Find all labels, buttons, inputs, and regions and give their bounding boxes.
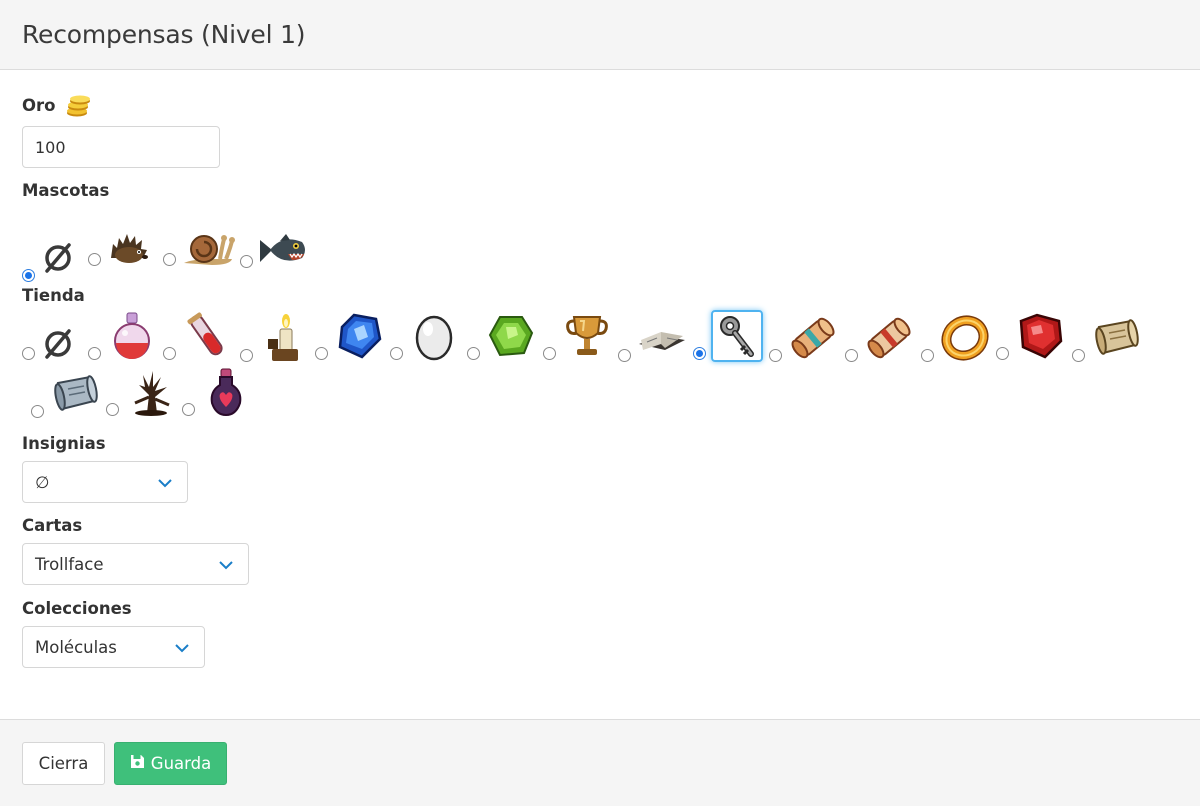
shop-radio-test-tube[interactable] <box>163 347 176 360</box>
pet-option-piranha[interactable] <box>240 230 308 270</box>
save-button[interactable]: Guarda <box>114 742 227 785</box>
pet-radio-hedgehog[interactable] <box>88 253 101 266</box>
shop-option-gold-ring[interactable] <box>921 312 991 364</box>
snail-icon <box>181 228 237 268</box>
shop-option-open-book[interactable] <box>618 312 688 364</box>
badges-label: Insignias <box>22 434 106 453</box>
shop-radio-blue-gem[interactable] <box>315 347 328 360</box>
save-icon <box>130 754 151 773</box>
dialog-title: Recompensas (Nivel 1) <box>22 20 306 49</box>
none-icon <box>40 232 76 284</box>
shop-option-blue-gem[interactable] <box>315 310 385 362</box>
shop-radio-dead-tree[interactable] <box>106 403 119 416</box>
shop-option-scroll-blue[interactable] <box>769 312 839 364</box>
shop-label: Tienda <box>22 286 85 305</box>
close-button[interactable]: Cierra <box>22 742 105 785</box>
shop-radio-key[interactable] <box>693 347 706 360</box>
shop-radio-ruby[interactable] <box>996 347 1009 360</box>
pet-option-none[interactable] <box>22 232 76 284</box>
blue-gem-icon <box>333 310 385 362</box>
piranha-icon <box>258 230 308 270</box>
collections-label: Colecciones <box>22 599 132 618</box>
shop-option-dead-tree[interactable] <box>106 366 176 418</box>
parchment-icon <box>1090 312 1142 364</box>
cards-select[interactable]: Trollface <box>22 543 249 585</box>
green-gem-icon <box>485 310 537 362</box>
save-button-label: Guarda <box>150 754 212 773</box>
egg-icon <box>408 310 460 362</box>
shop-radio-trophy[interactable] <box>543 347 556 360</box>
shop-radio-candle[interactable] <box>240 349 253 362</box>
chevron-down-icon <box>218 557 234 576</box>
shop-option-stone-scroll[interactable] <box>31 368 101 420</box>
shop-radio-open-book[interactable] <box>618 349 631 362</box>
pet-radio-none[interactable] <box>22 269 35 282</box>
ruby-icon <box>1014 310 1066 362</box>
shop-radio-scroll-red[interactable] <box>845 349 858 362</box>
badges-selected: ∅ <box>35 472 50 492</box>
shop-radio-egg[interactable] <box>390 347 403 360</box>
gold-coins-icon <box>65 93 91 121</box>
shop-radio-scroll-blue[interactable] <box>769 349 782 362</box>
pet-radio-piranha[interactable] <box>240 255 253 268</box>
shop-option-candle[interactable] <box>240 312 310 364</box>
gold-ring-icon <box>939 312 991 364</box>
scroll-blue-icon <box>787 312 839 364</box>
shop-option-egg[interactable] <box>390 310 460 362</box>
shop-radio-parchment[interactable] <box>1072 349 1085 362</box>
shop-radio-green-gem[interactable] <box>467 347 480 360</box>
shop-option-red-potion[interactable] <box>88 310 158 362</box>
gold-label: Oro <box>22 96 56 115</box>
chevron-down-icon <box>174 640 190 659</box>
hedgehog-icon <box>106 228 150 268</box>
shop-radio-none[interactable] <box>22 347 35 360</box>
gold-input[interactable] <box>22 126 220 168</box>
shop-option-none[interactable] <box>22 326 76 362</box>
chevron-down-icon <box>157 475 173 494</box>
shop-radio-heart-flask[interactable] <box>182 403 195 416</box>
trophy-icon <box>561 310 613 362</box>
shop-option-parchment[interactable] <box>1072 312 1142 364</box>
none-icon <box>40 326 76 362</box>
shop-option-green-gem[interactable] <box>467 310 537 362</box>
red-potion-icon <box>106 310 158 362</box>
collections-selected: Moléculas <box>35 637 117 657</box>
pets-label: Mascotas <box>22 181 110 200</box>
shop-option-scroll-red[interactable] <box>845 312 915 364</box>
pet-option-snail[interactable] <box>163 228 237 268</box>
gold-label-row: Oro <box>22 93 91 121</box>
pet-option-hedgehog[interactable] <box>88 228 150 268</box>
shop-option-heart-flask[interactable] <box>182 366 252 418</box>
shop-radio-stone-scroll[interactable] <box>31 405 44 418</box>
pet-radio-snail[interactable] <box>163 253 176 266</box>
key-icon <box>711 310 763 362</box>
shop-option-ruby[interactable] <box>996 310 1066 362</box>
badges-select[interactable]: ∅ <box>22 461 188 503</box>
dialog-header: Recompensas (Nivel 1) <box>0 0 1200 70</box>
collections-select[interactable]: Moléculas <box>22 626 205 668</box>
heart-flask-icon <box>200 366 252 418</box>
dead-tree-icon <box>124 366 176 418</box>
shop-radio-red-potion[interactable] <box>88 347 101 360</box>
cards-label: Cartas <box>22 516 83 535</box>
cards-selected: Trollface <box>35 554 104 574</box>
shop-option-test-tube[interactable] <box>163 310 233 362</box>
test-tube-icon <box>181 310 233 362</box>
close-button-label: Cierra <box>38 754 89 773</box>
stone-scroll-icon <box>49 368 101 420</box>
open-book-icon <box>636 312 688 364</box>
candle-icon <box>258 312 310 364</box>
shop-option-key[interactable] <box>693 310 763 362</box>
scroll-red-icon <box>863 312 915 364</box>
shop-radio-gold-ring[interactable] <box>921 349 934 362</box>
shop-option-trophy[interactable] <box>543 310 613 362</box>
